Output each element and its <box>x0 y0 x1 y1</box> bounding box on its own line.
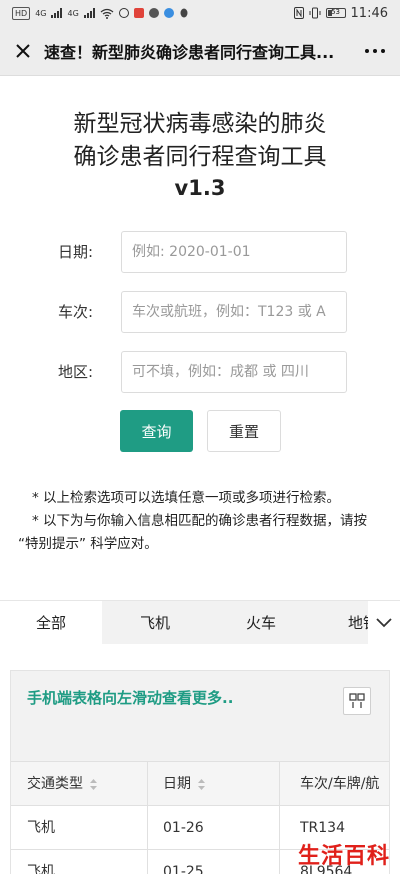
table-cell: 飞机 <box>27 820 55 836</box>
signal-icon-2 <box>83 8 95 18</box>
column-divider <box>147 762 148 806</box>
column-header[interactable]: 日期 <box>163 762 273 806</box>
column-header[interactable]: 车次/车牌/航 <box>300 762 389 806</box>
clock: 11:46 <box>350 5 388 21</box>
vibrate-icon <box>309 7 321 19</box>
date-label: 日期: <box>58 243 94 261</box>
table-header-row: 交通类型 日期 车次/车牌/航 <box>11 761 389 806</box>
column-header[interactable]: 交通类型 <box>27 762 147 806</box>
reset-button[interactable]: 重置 <box>207 410 281 452</box>
note-line1: * 以上检索选项可以选填任意一项或多项进行检索。 <box>32 490 341 506</box>
app-notification-icon <box>133 8 144 18</box>
area-label: 地区: <box>58 363 94 381</box>
battery-level: 53 <box>331 8 340 16</box>
alarm-icon <box>118 8 129 18</box>
app-icon <box>163 8 174 18</box>
tab-train[interactable]: 火车 <box>208 601 314 645</box>
close-button[interactable] <box>10 38 36 64</box>
more-dot <box>381 48 385 53</box>
area-row: 地区: <box>0 351 400 393</box>
hero-title-line1: 新型冠状病毒感染的肺炎 <box>73 111 327 137</box>
sort-icon <box>198 778 205 790</box>
nfc-icon <box>293 7 304 19</box>
area-input[interactable] <box>121 351 347 393</box>
hero-title: 新型冠状病毒感染的肺炎 确诊患者同行程查询工具 <box>0 108 400 174</box>
hero-title-line2: 确诊患者同行程查询工具 <box>73 144 327 170</box>
status-bar: HD 4G 4G 53 11:46 <box>0 0 400 26</box>
title-bar: 速查！新型肺炎确诊患者同行查询工具... <box>0 26 400 76</box>
train-label: 车次: <box>58 303 94 321</box>
note-line2: * 以下为与你输入信息相匹配的确诊患者行程数据，请按 “特别提示” 科学应对。 <box>18 513 368 552</box>
column-divider <box>279 762 280 806</box>
more-dot <box>365 48 369 53</box>
more-dot <box>373 48 377 53</box>
page-title: 速查！新型肺炎确诊患者同行查询工具... <box>44 42 335 62</box>
signal-icon <box>51 8 63 18</box>
sort-icon <box>90 778 97 790</box>
table-cell: 01-26 <box>163 820 204 836</box>
tab-all[interactable]: 全部 <box>0 601 102 645</box>
columns-icon <box>349 693 365 708</box>
qq-icon <box>180 8 188 17</box>
status-left: HD 4G 4G <box>12 6 189 20</box>
network-label-2: 4G <box>67 8 79 18</box>
column-divider <box>147 806 148 850</box>
column-toggle-button[interactable] <box>343 687 371 715</box>
status-right: 53 11:46 <box>293 5 388 21</box>
column-divider <box>279 806 280 850</box>
wifi-icon <box>100 8 114 19</box>
column-divider <box>279 850 280 874</box>
column-header-label: 日期 <box>163 776 191 792</box>
watermark-logo: 生活百科 <box>297 844 390 869</box>
tab-metro[interactable]: 地铁 <box>314 601 374 645</box>
date-input[interactable] <box>121 231 347 273</box>
battery-icon: 53 <box>325 8 346 18</box>
table-cell: 01-25 <box>163 864 204 874</box>
notes: * 以上检索选项可以选填任意一项或多项进行检索。 * 以下为与你输入信息相匹配的… <box>18 487 378 556</box>
network-label-1: 4G <box>35 8 47 18</box>
version-label: v1.3 <box>174 176 226 200</box>
close-icon <box>16 43 30 58</box>
tabs-expand-button[interactable] <box>368 601 400 645</box>
more-menu-button[interactable] <box>360 48 390 53</box>
scroll-hint: 手机端表格向左滑动查看更多.. <box>27 689 234 707</box>
transport-tabs: 全部 飞机 火车 地铁 <box>0 600 400 645</box>
column-header-label: 交通类型 <box>27 776 83 792</box>
column-divider <box>147 850 148 874</box>
table-cell: 飞机 <box>27 864 55 874</box>
message-icon <box>148 8 159 18</box>
hd-badge: HD <box>12 6 31 20</box>
results-header: 手机端表格向左滑动查看更多.. <box>11 671 389 761</box>
date-row: 日期: <box>0 231 400 273</box>
tab-plane[interactable]: 飞机 <box>102 601 208 645</box>
chevron-down-icon <box>376 618 392 628</box>
train-row: 车次: <box>0 291 400 333</box>
query-button[interactable]: 查询 <box>120 410 193 452</box>
train-input[interactable] <box>121 291 347 333</box>
